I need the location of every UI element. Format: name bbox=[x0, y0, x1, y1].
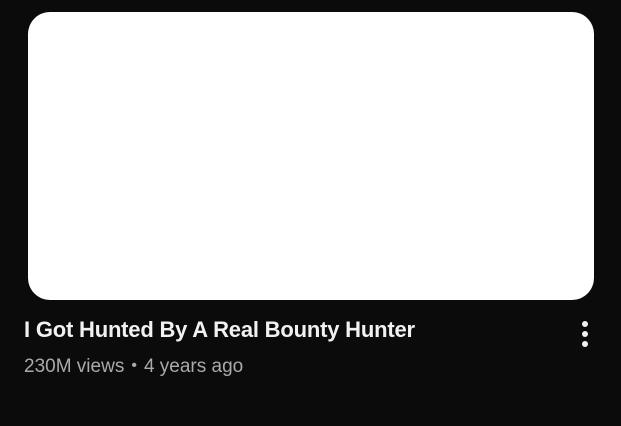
more-vert-icon bbox=[582, 321, 588, 347]
video-card: I Got Hunted By A Real Bounty Hunter 230… bbox=[0, 0, 621, 426]
metadata-separator: • bbox=[131, 357, 137, 374]
video-details: I Got Hunted By A Real Bounty Hunter 230… bbox=[24, 314, 569, 380]
video-metadata: 230M views • 4 years ago bbox=[24, 355, 569, 380]
upload-age: 4 years ago bbox=[143, 356, 244, 377]
more-actions-button[interactable] bbox=[568, 314, 602, 354]
video-title[interactable]: I Got Hunted By A Real Bounty Hunter bbox=[24, 314, 569, 346]
view-count: 230M views bbox=[24, 356, 125, 377]
video-thumbnail[interactable] bbox=[28, 12, 594, 300]
